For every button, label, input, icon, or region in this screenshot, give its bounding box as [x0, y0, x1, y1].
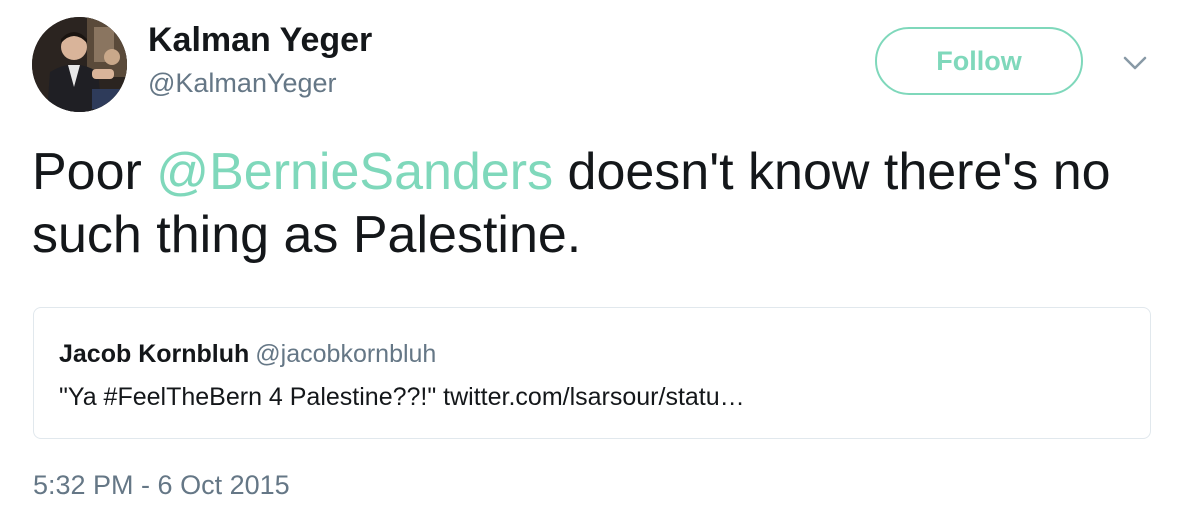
author-display-name[interactable]: Kalman Yeger — [148, 21, 372, 60]
tweet-text-before: Poor — [32, 143, 157, 201]
quoted-author-name: Jacob Kornbluh — [59, 340, 250, 368]
mention-link[interactable]: @BernieSanders — [156, 143, 553, 201]
avatar-photo — [32, 17, 127, 112]
author-handle[interactable]: @KalmanYeger — [148, 68, 337, 99]
author-avatar[interactable] — [32, 17, 127, 112]
follow-button-label: Follow — [936, 45, 1022, 76]
quoted-tweet-text: "Ya #FeelTheBern 4 Palestine??!" twitter… — [59, 383, 745, 411]
quoted-tweet[interactable]: Jacob Kornbluh @jacobkornbluh "Ya #FeelTh… — [33, 307, 1151, 439]
tweet-card: Kalman Yeger @KalmanYeger Follow Poor @B… — [0, 0, 1178, 520]
follow-button[interactable]: Follow — [875, 27, 1083, 95]
quoted-author-handle: @jacobkornbluh — [255, 340, 437, 368]
tweet-timestamp[interactable]: 5:32 PM - 6 Oct 2015 — [33, 470, 290, 501]
chevron-down-icon[interactable] — [1121, 52, 1149, 74]
tweet-text: Poor @BernieSanders doesn't know there's… — [32, 141, 1152, 267]
quoted-tweet-header: Jacob Kornbluh @jacobkornbluh — [59, 340, 436, 369]
